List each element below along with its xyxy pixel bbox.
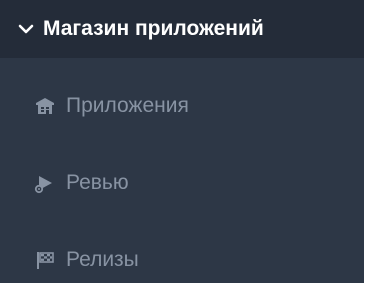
sidebar-item-label: Ревью: [66, 171, 129, 194]
store-icon: [34, 95, 56, 117]
sidebar-section-title: Магазин приложений: [43, 17, 264, 40]
sidebar: Магазин приложений Приложения Ревью Рели…: [0, 0, 364, 283]
flag-icon: [34, 249, 56, 271]
sidebar-item-label: Приложения: [66, 94, 189, 117]
review-icon: [34, 172, 56, 194]
sidebar-items: Приложения Ревью Релизы: [0, 58, 364, 283]
sidebar-item-releases[interactable]: Релизы: [0, 234, 364, 283]
sidebar-item-label: Релизы: [66, 248, 139, 271]
sidebar-item-reviews[interactable]: Ревью: [0, 157, 364, 209]
sidebar-section-app-store[interactable]: Магазин приложений: [0, 0, 364, 58]
sidebar-item-apps[interactable]: Приложения: [0, 80, 364, 132]
chevron-down-icon: [17, 20, 35, 38]
